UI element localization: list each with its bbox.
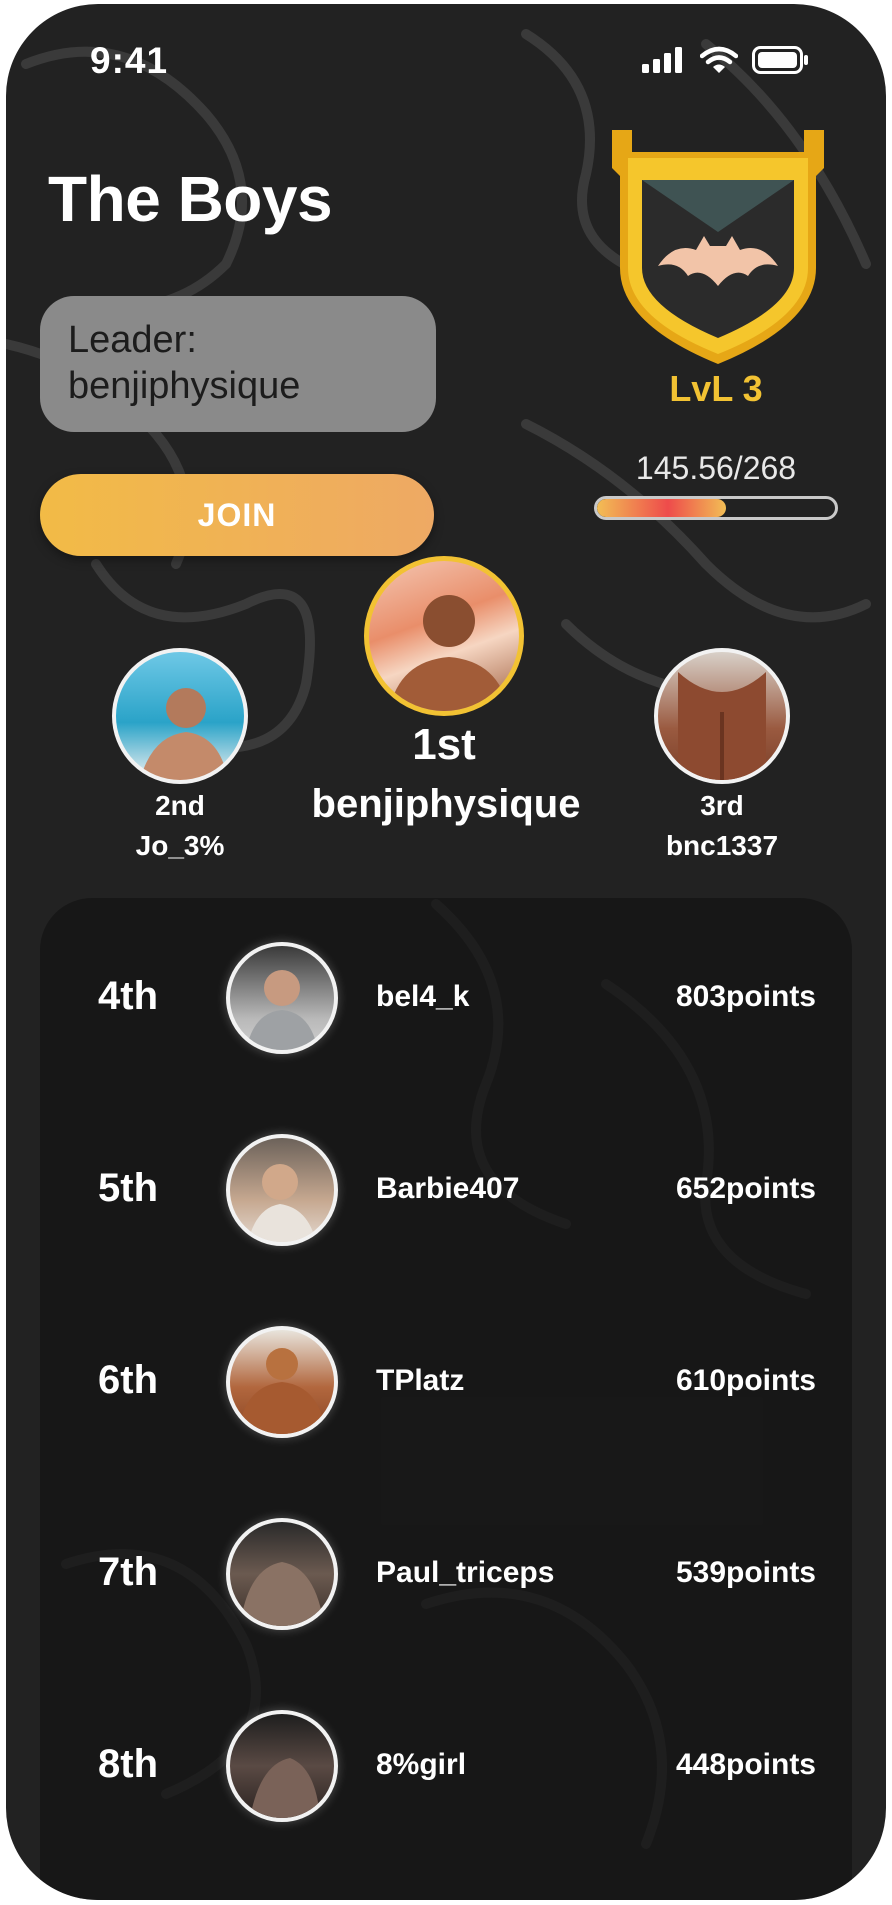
person-silhouette-icon bbox=[238, 1348, 326, 1434]
row-avatar[interactable] bbox=[226, 1710, 338, 1822]
row-rank: 8th bbox=[98, 1742, 158, 1786]
row-rank: 4th bbox=[98, 974, 158, 1018]
leader-card: Leader: benjiphysique bbox=[40, 296, 436, 432]
cellular-signal-icon bbox=[642, 47, 682, 73]
row-username: TPlatz bbox=[376, 1364, 465, 1397]
person-silhouette-icon bbox=[140, 688, 228, 780]
second-place-avatar[interactable] bbox=[112, 648, 248, 784]
person-silhouette-icon bbox=[389, 595, 509, 711]
row-username: 8%girl bbox=[376, 1748, 467, 1781]
xp-progress-bar bbox=[594, 496, 838, 520]
person-silhouette-icon bbox=[248, 1164, 316, 1242]
join-button[interactable]: JOIN bbox=[40, 474, 434, 556]
person-silhouette-icon bbox=[250, 1758, 320, 1818]
row-points: 803points bbox=[675, 980, 816, 1013]
leaderboard-row[interactable]: 4th bel4_k 803points bbox=[40, 938, 852, 1058]
leaderboard-row[interactable]: 8th 8%girl 448points bbox=[40, 1706, 852, 1826]
torso-silhouette-icon bbox=[240, 1562, 324, 1626]
row-points: 652points bbox=[675, 1172, 816, 1205]
leaderboard-row[interactable]: 7th Paul_triceps 539points bbox=[40, 1514, 852, 1634]
row-username: Barbie407 bbox=[376, 1172, 520, 1205]
row-username: bel4_k bbox=[376, 980, 470, 1013]
third-place-username: bnc1337 bbox=[665, 830, 779, 861]
row-avatar[interactable] bbox=[226, 942, 338, 1054]
row-points: 448points bbox=[675, 1748, 816, 1781]
level-label: LvL 3 bbox=[669, 368, 763, 409]
status-time: 9:41 bbox=[90, 40, 169, 81]
leader-name: benjiphysique bbox=[68, 365, 301, 407]
torso-silhouette-icon bbox=[678, 672, 766, 780]
status-icons bbox=[642, 46, 808, 74]
group-title: The Boys bbox=[48, 163, 333, 235]
row-points: 610points bbox=[675, 1364, 816, 1397]
battery-icon bbox=[752, 46, 808, 74]
xp-progress-fill bbox=[597, 499, 726, 517]
first-place-avatar[interactable] bbox=[364, 556, 524, 716]
third-place-avatar[interactable] bbox=[654, 648, 790, 784]
row-rank: 6th bbox=[98, 1358, 158, 1402]
second-place-rank: 2nd bbox=[155, 790, 205, 821]
wifi-icon bbox=[700, 46, 738, 73]
xp-progress-text: 145.56/268 bbox=[635, 450, 797, 486]
leaderboard-row[interactable]: 5th Barbie407 652points bbox=[40, 1130, 852, 1250]
third-place-rank: 3rd bbox=[700, 790, 744, 821]
leaderboard-row[interactable]: 6th TPlatz 610points bbox=[40, 1322, 852, 1442]
second-place-username: Jo_3% bbox=[135, 830, 225, 861]
leader-label: Leader: bbox=[68, 319, 197, 361]
row-points: 539points bbox=[675, 1556, 816, 1589]
bat-shield-badge-icon bbox=[612, 130, 824, 364]
leaderboard-list: 4th bel4_k 803points 5th Barbie407 652po… bbox=[40, 898, 852, 1900]
row-username: Paul_triceps bbox=[376, 1556, 555, 1589]
phone-screen: 9:41 The Boys Leader: benjiphysique JOIN bbox=[6, 4, 886, 1900]
first-place-rank: 1st bbox=[412, 720, 476, 769]
person-silhouette-icon bbox=[246, 970, 318, 1050]
row-avatar[interactable] bbox=[226, 1518, 338, 1630]
row-rank: 7th bbox=[98, 1550, 158, 1594]
row-avatar[interactable] bbox=[226, 1134, 338, 1246]
first-place-username: benjiphysique bbox=[311, 782, 581, 826]
row-rank: 5th bbox=[98, 1166, 158, 1210]
row-avatar[interactable] bbox=[226, 1326, 338, 1438]
